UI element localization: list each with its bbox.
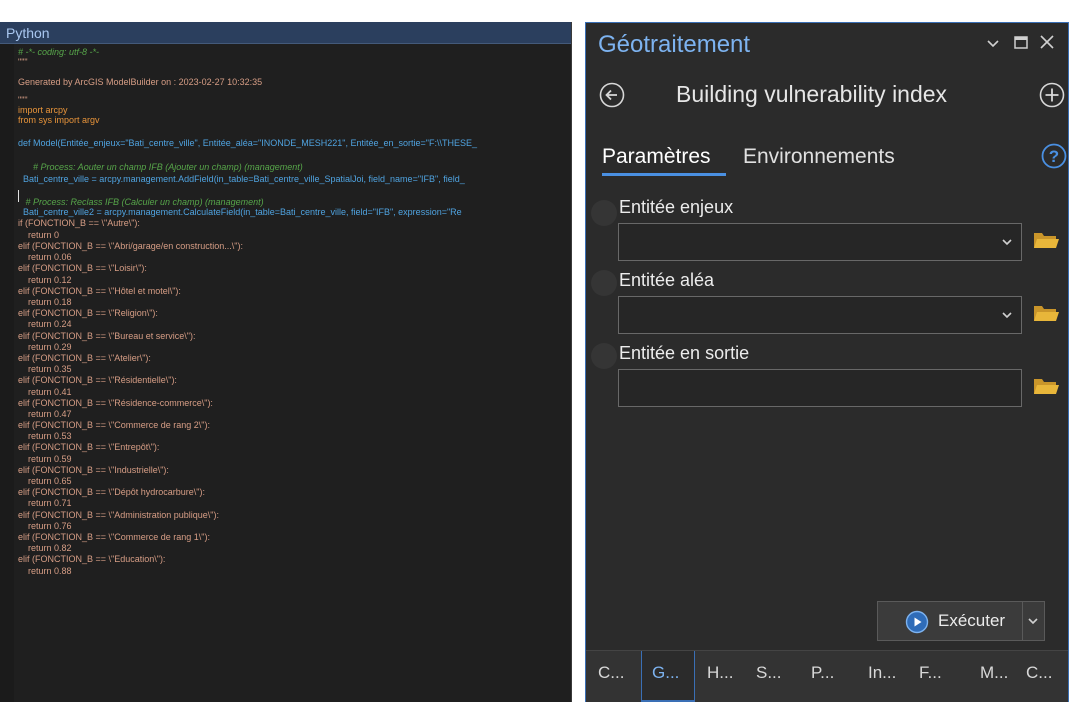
bottom-tab-5[interactable]: P... — [811, 663, 834, 683]
entitee-en-sortie-field[interactable] — [618, 369, 1022, 407]
code-line: elif (FONCTION_B == \"Education\"): — [18, 554, 166, 564]
code-line: elif (FONCTION_B == \"Administration pub… — [18, 510, 219, 520]
param-label-entitee-en-sortie: Entitée en sortie — [619, 343, 750, 363]
pane-title: Géotraitement — [598, 31, 751, 58]
bottom-tab-1[interactable]: C... — [598, 663, 624, 683]
folder-icon[interactable] — [1032, 301, 1060, 330]
code-line: if (FONCTION_B == \"Autre\"): — [18, 218, 140, 228]
code-area[interactable]: # -*- coding: utf-8 -*- """ Generated by A… — [0, 44, 571, 702]
code-line: return 0.29 — [18, 342, 72, 352]
close-icon[interactable] — [1038, 33, 1056, 58]
code-line: elif (FONCTION_B == \"Bureau et service\… — [18, 331, 196, 341]
code-line: Bati_centre_ville = arcpy.management.Add… — [18, 174, 465, 184]
bottom-tab-4[interactable]: S... — [756, 663, 782, 683]
python-panel-title: Python — [0, 22, 571, 44]
add-icon[interactable] — [1038, 81, 1066, 114]
code-line: return 0.06 — [18, 252, 72, 262]
code-line: return 0.82 — [18, 543, 72, 553]
code-line: return 0.24 — [18, 319, 72, 329]
folder-icon[interactable] — [1032, 374, 1060, 403]
param-label-entitee-enjeux: Entitée enjeux — [619, 197, 734, 217]
parameter-status-icon — [591, 200, 617, 226]
help-icon[interactable]: ? — [1041, 143, 1067, 169]
code-line: elif (FONCTION_B == \"Commerce de rang 2… — [18, 420, 210, 430]
chevron-down-icon[interactable] — [986, 33, 1000, 58]
param-label-entitee-alea: Entitée aléa — [619, 270, 715, 290]
bottom-tab-6[interactable]: In... — [868, 663, 896, 683]
entitee-enjeux-dropdown[interactable] — [618, 223, 1022, 261]
play-icon — [905, 610, 929, 639]
chevron-down-icon[interactable] — [1001, 234, 1013, 255]
geoprocessing-pane: Géotraitement Building vulnerability ind… — [585, 22, 1069, 702]
code-line: elif (FONCTION_B == \"Commerce de rang 1… — [18, 532, 210, 542]
code-line: return 0.71 — [18, 498, 72, 508]
tool-title: Building vulnerability index — [676, 81, 948, 107]
run-button[interactable]: Exécuter — [878, 602, 1022, 640]
active-tab-indicator — [602, 173, 726, 176]
bottom-tab-7[interactable]: F... — [919, 663, 942, 683]
code-line: elif (FONCTION_B == \"Résidentielle\"): — [18, 375, 177, 385]
entitee-alea-dropdown[interactable] — [618, 296, 1022, 334]
code-line: return 0.76 — [18, 521, 72, 531]
code-line: return 0.65 — [18, 476, 72, 486]
tab-parameters[interactable]: Paramètres — [602, 145, 711, 169]
code-line: return 0.47 — [18, 409, 72, 419]
code-line: elif (FONCTION_B == \"Industrielle\"): — [18, 465, 169, 475]
code-line: def Model(Entitée_enjeux="Bati_centre_vi… — [18, 138, 477, 148]
svg-text:?: ? — [1049, 147, 1059, 166]
code-line: # -*- coding: utf-8 -*- — [18, 47, 100, 57]
code-line: from sys import argv — [18, 115, 100, 125]
parameter-status-icon — [591, 270, 617, 296]
code-line: return 0.41 — [18, 387, 72, 397]
run-button-label: Exécuter — [938, 611, 1006, 630]
maximize-icon[interactable] — [1013, 33, 1029, 58]
code-line: """ — [18, 57, 28, 67]
bottom-tab-8[interactable]: M... — [980, 663, 1008, 683]
tab-environments[interactable]: Environnements — [743, 145, 895, 169]
code-line: elif (FONCTION_B == \"Hôtel et motel\"): — [18, 286, 181, 296]
code-line: elif (FONCTION_B == \"Loisir\"): — [18, 263, 147, 273]
code-line: elif (FONCTION_B == \"Abri/garage/en con… — [18, 241, 243, 251]
code-line: elif (FONCTION_B == \"Entrepôt\"): — [18, 442, 160, 452]
back-arrow-icon[interactable] — [598, 81, 626, 114]
chevron-down-icon — [1027, 613, 1039, 634]
code-line: # Process: Aouter un champ IFB (Ajouter … — [18, 162, 303, 172]
parameter-status-icon — [591, 343, 617, 369]
code-line: elif (FONCTION_B == \"Dépôt hydrocarbure… — [18, 487, 205, 497]
code-gutter — [0, 44, 14, 702]
code-line: return 0 — [18, 230, 60, 240]
folder-icon[interactable] — [1032, 228, 1060, 257]
code-line: return 0.35 — [18, 364, 72, 374]
code-line: elif (FONCTION_B == \"Atelier\"): — [18, 353, 151, 363]
run-split-button: Exécuter — [877, 601, 1045, 641]
code-line: return 0.53 — [18, 431, 72, 441]
code-line: Generated by ArcGIS ModelBuilder on : 20… — [18, 77, 263, 87]
bottom-tab-strip: C... G... H... S... P... In... F... M...… — [586, 650, 1068, 702]
chevron-down-icon[interactable] — [1001, 307, 1013, 328]
code-line: return 0.88 — [18, 566, 72, 576]
run-options-dropdown[interactable] — [1023, 602, 1044, 640]
bottom-tab-3[interactable]: H... — [707, 663, 733, 683]
code-line: return 0.12 — [18, 275, 72, 285]
bottom-tab-geoprocessing[interactable]: G... — [652, 663, 679, 683]
bottom-tab-9[interactable]: C... — [1026, 663, 1052, 683]
code-line: return 0.18 — [18, 297, 72, 307]
code-line: Bati_centre_ville2 = arcpy.management.Ca… — [18, 207, 462, 217]
code-line: elif (FONCTION_B == \"Résidence-commerce… — [18, 398, 213, 408]
code-line: elif (FONCTION_B == \"Religion\"): — [18, 308, 158, 318]
python-editor-panel: Python # -*- coding: utf-8 -*- """ Generat… — [0, 22, 572, 702]
code-line: return 0.59 — [18, 454, 72, 464]
